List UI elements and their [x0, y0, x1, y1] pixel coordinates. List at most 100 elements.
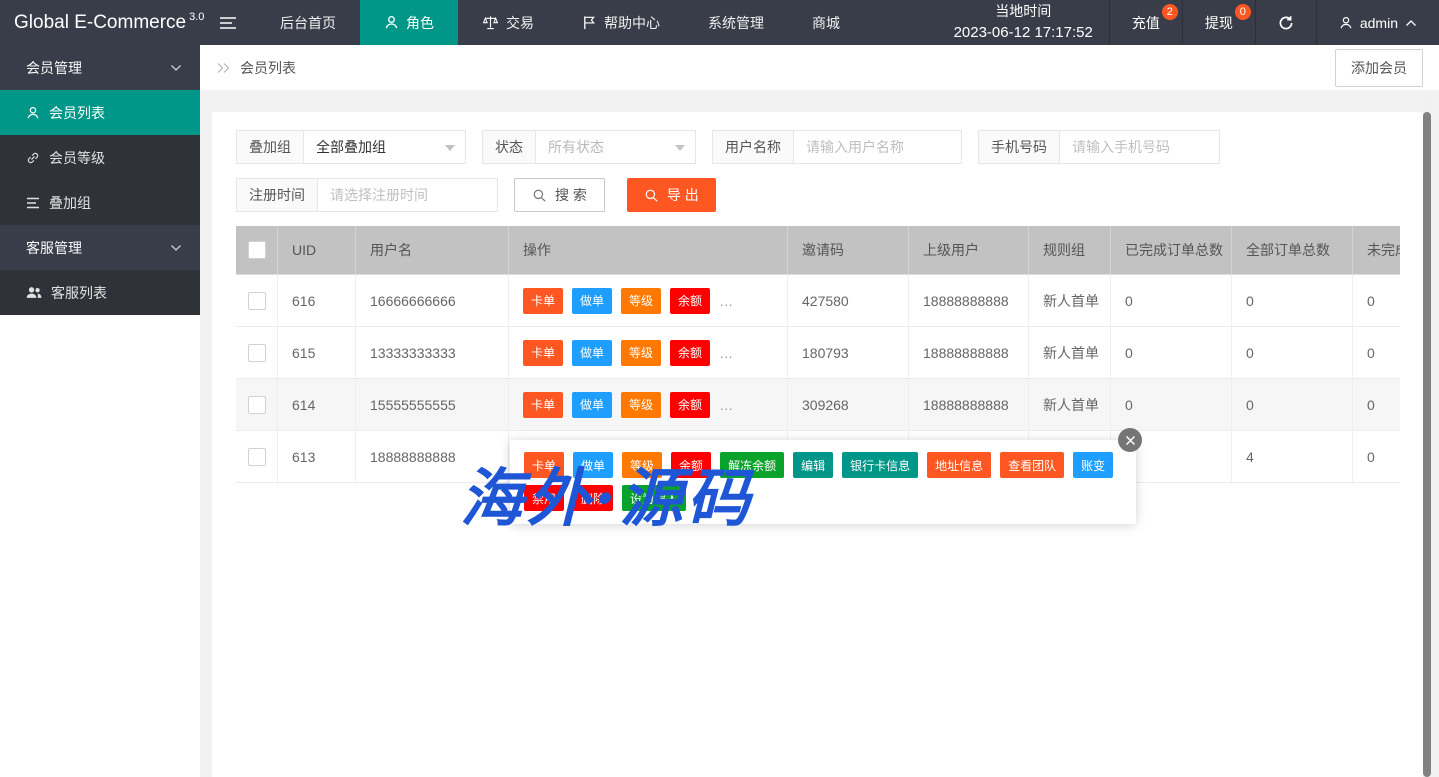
nav-item-help-center[interactable]: 帮助中心 — [558, 0, 684, 45]
close-icon[interactable] — [1118, 428, 1142, 452]
action-card-order[interactable]: 卡单 — [523, 392, 563, 418]
more-actions-button[interactable]: … — [719, 293, 734, 309]
more-actions-button[interactable]: … — [719, 345, 734, 361]
action-view-team[interactable]: 查看团队 — [1000, 452, 1064, 478]
add-member-button[interactable]: 添加会员 — [1335, 49, 1423, 87]
popup-actions-row-1: 卡单 做单 等级 余额 解冻余额 编辑 银行卡信息 地址信息 查看团队 账变 — [524, 452, 1122, 478]
action-balance[interactable]: 余额 — [671, 452, 711, 478]
app-logo: Global E-Commerce3.0 — [0, 0, 200, 45]
cell-completed: 0 — [1111, 275, 1232, 326]
nav-item-trade[interactable]: 交易 — [458, 0, 558, 45]
row-checkbox[interactable] — [248, 396, 266, 414]
nav-item-mall[interactable]: 商城 — [788, 0, 864, 45]
reg-time-input[interactable] — [318, 178, 498, 212]
cell-actions: 卡单 做单 等级 余额 … — [509, 327, 788, 378]
action-do-order[interactable]: 做单 — [572, 392, 612, 418]
cell-parent-user: 18888888888 — [909, 379, 1029, 430]
users-icon — [26, 286, 42, 299]
action-card-order[interactable]: 卡单 — [523, 340, 563, 366]
filter-row-2: 注册时间 搜 索 导 出 — [236, 178, 1400, 212]
username-input[interactable] — [794, 130, 962, 164]
sidebar-item-service-list[interactable]: 客服列表 — [0, 270, 200, 315]
row-checkbox[interactable] — [248, 344, 266, 362]
local-time-label: 当地时间 — [995, 1, 1051, 21]
column-header-total-orders: 全部订单总数 — [1232, 226, 1353, 275]
action-set-fake-user[interactable]: 设为假人 — [622, 485, 686, 511]
phone-input[interactable] — [1060, 130, 1220, 164]
action-edit[interactable]: 编辑 — [793, 452, 833, 478]
scrollbar-thumb[interactable] — [1423, 112, 1431, 777]
nav-item-system[interactable]: 系统管理 — [684, 0, 788, 45]
collapse-menu-icon[interactable] — [200, 0, 256, 45]
refresh-button[interactable] — [1255, 0, 1316, 45]
admin-username: admin — [1360, 15, 1398, 31]
cell-rule-group: 新人首单 — [1029, 379, 1111, 430]
action-level[interactable]: 等级 — [621, 340, 661, 366]
sidebar-group-member-management[interactable]: 会员管理 — [0, 45, 200, 90]
scales-icon — [482, 15, 499, 30]
action-card-order[interactable]: 卡单 — [523, 288, 563, 314]
action-do-order[interactable]: 做单 — [572, 340, 612, 366]
action-unfreeze-balance[interactable]: 解冻余额 — [720, 452, 784, 478]
cell-uncompleted: 0 — [1353, 275, 1400, 326]
select-all-checkbox[interactable] — [248, 241, 266, 259]
action-balance[interactable]: 余额 — [670, 340, 710, 366]
select-arrow-icon — [675, 145, 685, 151]
action-level[interactable]: 等级 — [622, 452, 662, 478]
cell-uncompleted: 0 — [1353, 431, 1400, 482]
action-do-order[interactable]: 做单 — [573, 452, 613, 478]
cell-total: 4 — [1232, 431, 1353, 482]
app-name: Global E-Commerce — [14, 12, 186, 34]
cell-completed: 0 — [1111, 379, 1232, 430]
action-delete[interactable]: 删除 — [573, 485, 613, 511]
column-header-parent-user: 上级用户 — [909, 226, 1029, 275]
row-checkbox[interactable] — [248, 448, 266, 466]
status-label: 状态 — [482, 130, 536, 164]
top-navbar: Global E-Commerce3.0 后台首页 角色 交易 帮助中心 系统管… — [0, 0, 1439, 45]
sidebar-item-member-level[interactable]: 会员等级 — [0, 135, 200, 180]
stack-group-select[interactable]: 全部叠加组 — [304, 130, 466, 164]
app-version: 3.0 — [189, 11, 204, 23]
action-level[interactable]: 等级 — [621, 288, 661, 314]
table-row: 616 16666666666 卡单 做单 等级 余额 … 427580 188… — [236, 275, 1400, 327]
action-balance[interactable]: 余额 — [670, 392, 710, 418]
content-area: 叠加组 全部叠加组 状态 所有状态 用户名称 — [200, 90, 1439, 777]
export-button[interactable]: 导 出 — [627, 178, 716, 212]
cell-uid: 615 — [278, 327, 356, 378]
more-actions-button[interactable]: … — [719, 397, 734, 413]
nav-item-dashboard[interactable]: 后台首页 — [256, 0, 360, 45]
recharge-button[interactable]: 充值 2 — [1109, 0, 1182, 45]
cell-total: 0 — [1232, 275, 1353, 326]
column-header-uncompleted-orders: 未完成订单总数 — [1353, 226, 1400, 275]
cell-rule-group: 新人首单 — [1029, 275, 1111, 326]
username-label: 用户名称 — [712, 130, 794, 164]
column-header-actions: 操作 — [509, 226, 788, 275]
cell-uid: 614 — [278, 379, 356, 430]
cell-completed: 0 — [1111, 327, 1232, 378]
chevron-down-icon — [170, 64, 182, 72]
select-arrow-icon — [445, 145, 455, 151]
sidebar-group-service-management[interactable]: 客服管理 — [0, 225, 200, 270]
cell-uid: 613 — [278, 431, 356, 482]
reg-time-filter: 注册时间 — [236, 178, 498, 212]
action-level[interactable]: 等级 — [621, 392, 661, 418]
chevron-down-icon — [170, 244, 182, 252]
action-address-info[interactable]: 地址信息 — [927, 452, 991, 478]
action-disable[interactable]: 禁用 — [524, 485, 564, 511]
action-balance[interactable]: 余额 — [670, 288, 710, 314]
status-select[interactable]: 所有状态 — [536, 130, 696, 164]
main-area: 会员列表 添加会员 叠加组 全部叠加组 状态 所有状态 — [200, 45, 1439, 777]
withdraw-button[interactable]: 提现 0 — [1182, 0, 1255, 45]
action-account-change[interactable]: 账变 — [1073, 452, 1113, 478]
search-button[interactable]: 搜 索 — [514, 178, 605, 212]
admin-menu[interactable]: admin — [1316, 0, 1439, 45]
nav-item-roles[interactable]: 角色 — [360, 0, 458, 45]
export-icon — [644, 188, 659, 203]
action-bank-card-info[interactable]: 银行卡信息 — [842, 452, 918, 478]
row-checkbox[interactable] — [248, 292, 266, 310]
sidebar-item-member-list[interactable]: 会员列表 — [0, 90, 200, 135]
cell-actions: 卡单 做单 等级 余额 … — [509, 379, 788, 430]
action-do-order[interactable]: 做单 — [572, 288, 612, 314]
action-card-order[interactable]: 卡单 — [524, 452, 564, 478]
sidebar-item-stack-group[interactable]: 叠加组 — [0, 180, 200, 225]
